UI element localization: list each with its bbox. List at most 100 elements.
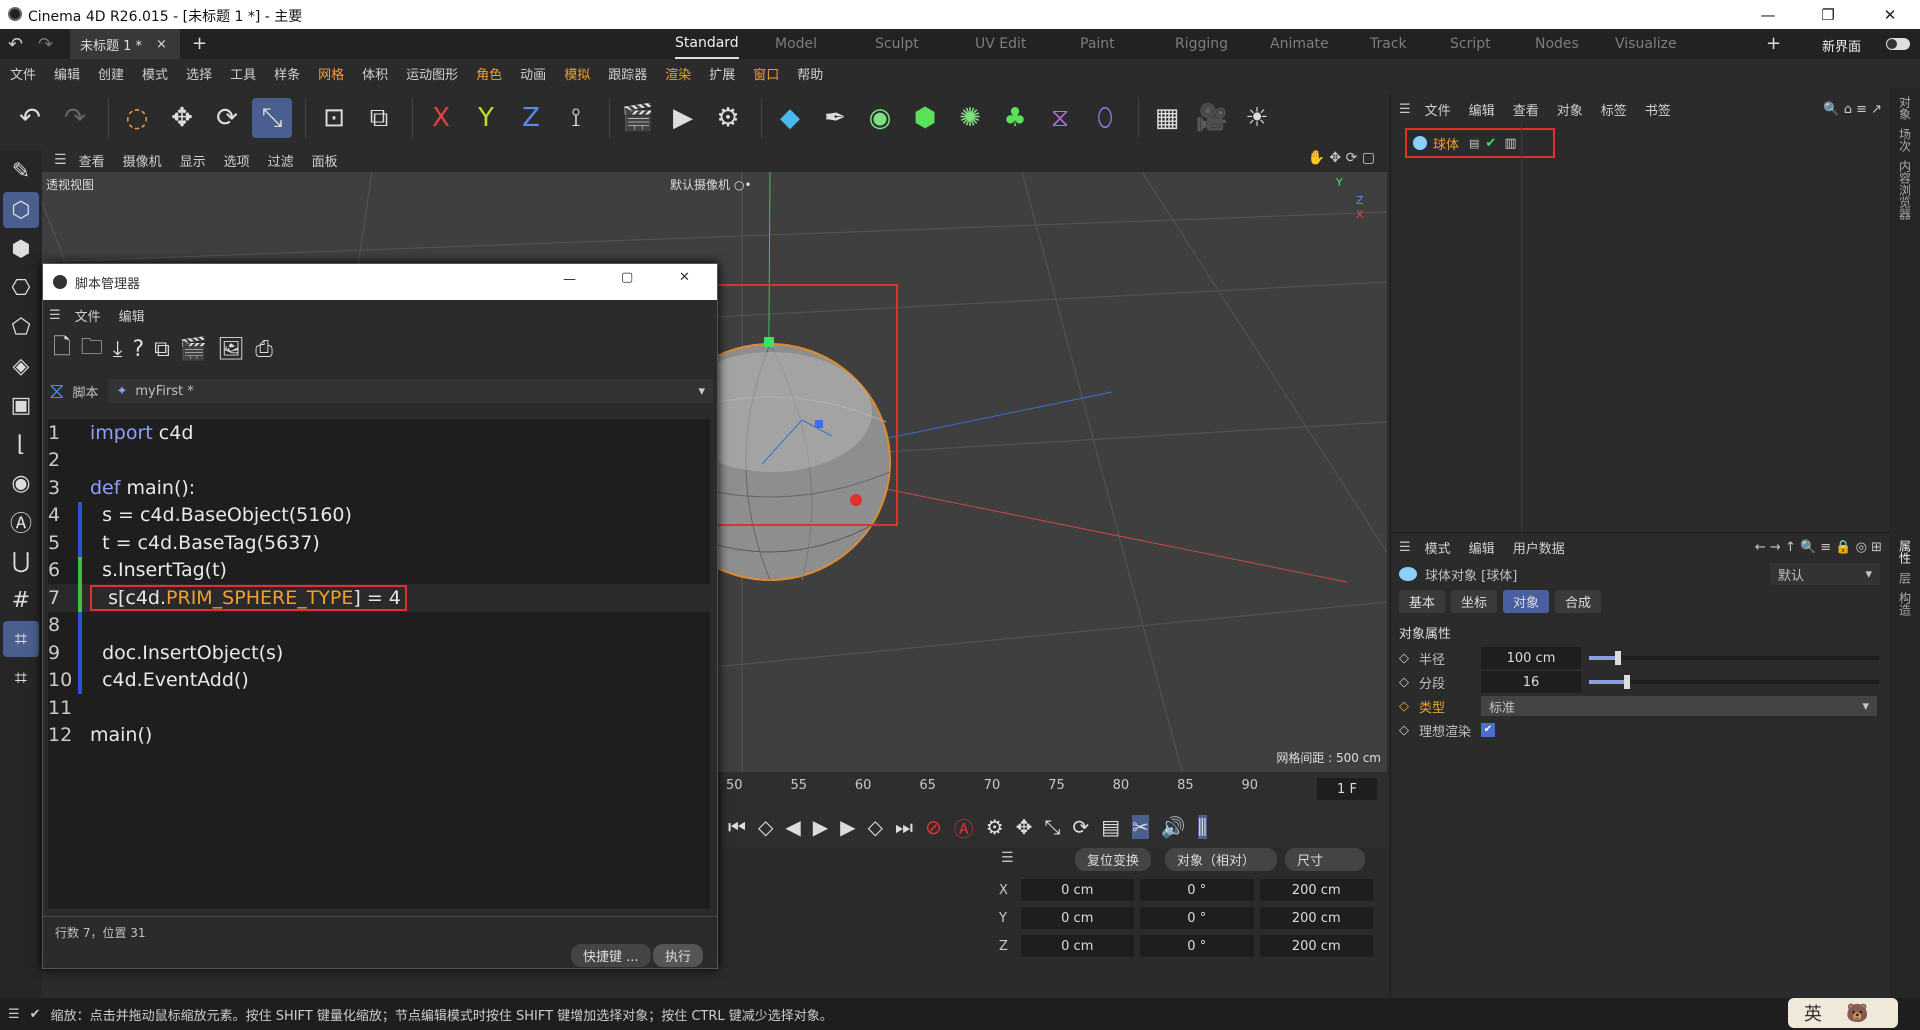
layout-tab-standard[interactable]: Standard (675, 29, 739, 59)
menu-item-13[interactable]: 跟踪器 (608, 64, 647, 83)
viewport-nav-icons[interactable]: ✋ ✥ ⟳ ▢ (1308, 150, 1375, 166)
right-tab-0[interactable]: 对象 (1897, 96, 1914, 120)
attr-tab-3[interactable]: 合成 (1555, 589, 1602, 613)
menu-item-9[interactable]: 运动图形 (406, 64, 458, 83)
prop-value-field[interactable]: 100 cm (1481, 647, 1581, 669)
deformer-icon[interactable]: ⧖ (1040, 98, 1080, 138)
layout-tab-sculpt[interactable]: Sculpt (875, 29, 919, 59)
object-search-icons[interactable]: 🔍 ⌂ ≡ ↗ (1823, 102, 1882, 117)
layout-tab-rigging[interactable]: Rigging (1175, 29, 1228, 59)
sound-icon[interactable]: 🔊 (1161, 815, 1186, 839)
menu-item-7[interactable]: 网格 (318, 64, 344, 83)
key-settings-icon[interactable]: ⚙ (986, 815, 1004, 839)
render-settings-icon[interactable]: ⚙ (708, 98, 748, 138)
polygon-mode-icon[interactable]: ◈ (3, 348, 39, 384)
y-handle[interactable] (764, 337, 774, 347)
script-menu-item-1[interactable]: 编辑 (119, 306, 145, 325)
object-menu-item-5[interactable]: 书签 (1645, 100, 1671, 119)
prop-slider-knob[interactable] (1623, 675, 1630, 689)
viewport-menu-item-0[interactable]: 查看 (79, 151, 105, 170)
texture-mode-icon[interactable]: ⬢ (3, 231, 39, 267)
menu-item-10[interactable]: 角色 (476, 64, 502, 83)
script-file-dropdown[interactable]: ✦ myFirst * ▾ (108, 379, 713, 403)
prop-slider-knob[interactable] (1615, 651, 1621, 665)
coord-size-select[interactable]: 尺寸 (1285, 848, 1365, 871)
attr-menu-item-2[interactable]: 用户数据 (1513, 538, 1565, 557)
point-mode-icon[interactable]: ⎔ (3, 270, 39, 306)
menu-item-16[interactable]: 窗口 (753, 64, 779, 83)
light-icon[interactable]: ☀ (1237, 98, 1277, 138)
attr-menu-icon[interactable]: ☰ (1399, 540, 1411, 555)
tag-icon[interactable]: ▥ (1504, 136, 1516, 151)
go-end-icon[interactable]: ⏭ (895, 815, 913, 839)
key-rot-icon[interactable]: ⟳ (1072, 815, 1089, 839)
camera-icon[interactable]: 🎥 (1192, 98, 1232, 138)
layout-tab-visualize[interactable]: Visualize (1615, 29, 1677, 59)
shortcut-button[interactable]: 快捷键 ... (571, 944, 651, 967)
right-tab-2[interactable]: 内容浏览器 (1897, 160, 1914, 220)
key-scale-icon[interactable]: ⤡ (1044, 815, 1060, 839)
x-axis-icon[interactable]: X (421, 98, 461, 138)
sphere-object-row[interactable]: 球体 ▤ ✔ ▥ (1405, 128, 1555, 158)
prop-type-select[interactable]: 标准 ▾ (1481, 696, 1877, 716)
pen-icon[interactable]: ✒ (815, 98, 855, 138)
layout-tab-uv-edit[interactable]: UV Edit (975, 29, 1026, 59)
key-pla-icon[interactable]: ✂ (1132, 815, 1149, 839)
viewport-menu-item-2[interactable]: 显示 (180, 151, 206, 170)
screenshot-icon[interactable]: ⎙ (255, 337, 273, 362)
status-menu-icon[interactable]: ☰ (8, 1007, 20, 1022)
prop-value-field[interactable]: 16 (1481, 671, 1581, 693)
key-pos-icon[interactable]: ✥ (1016, 815, 1033, 839)
duplicate-icon[interactable]: ⧉ (154, 337, 170, 362)
viewport-menu-item-5[interactable]: 面板 (312, 151, 338, 170)
live-select-icon[interactable]: ◌ (117, 98, 157, 138)
coord-rot-field[interactable]: 0 ° (1140, 935, 1254, 957)
coord-pos-field[interactable]: 0 cm (1020, 907, 1135, 929)
menu-item-15[interactable]: 扩展 (709, 64, 735, 83)
menu-item-1[interactable]: 编辑 (54, 64, 80, 83)
object-menu-item-2[interactable]: 查看 (1513, 100, 1539, 119)
auto-key-record-icon[interactable]: Ⓐ (954, 813, 974, 842)
script-minimize-button[interactable]: — (563, 272, 576, 287)
menu-item-5[interactable]: 工具 (230, 64, 256, 83)
edit-mode-icon[interactable]: ✎ (3, 153, 39, 189)
new-file-icon[interactable]: 🗋 (53, 330, 71, 368)
go-start-icon[interactable]: ⏮ (728, 815, 746, 839)
layer-icon[interactable]: ▤ (1469, 137, 1479, 150)
axis-mode-icon[interactable]: ⧉ (359, 98, 399, 138)
right-tab-5[interactable]: 构造 (1897, 592, 1914, 616)
coord-size-field[interactable]: 200 cm (1259, 879, 1373, 901)
z-axis-icon[interactable]: Z (511, 98, 551, 138)
document-close-icon[interactable]: × (156, 37, 167, 52)
code-editor[interactable]: 1 import c4d 2 3 def main(): 4 s = c4d.BaseOb… (48, 419, 710, 909)
prev-frame-icon[interactable]: ◀ (785, 815, 800, 839)
scale-icon[interactable]: ⤡ (252, 98, 292, 138)
viewport-menu-item-1[interactable]: 摄像机 (123, 151, 162, 170)
move-icon[interactable]: ✥ (162, 98, 202, 138)
undo-history-icon[interactable]: ↶ (8, 34, 23, 55)
coord-size-field[interactable]: 200 cm (1259, 935, 1373, 957)
viewport-menu-item-4[interactable]: 过滤 (268, 151, 294, 170)
menu-item-4[interactable]: 选择 (186, 64, 212, 83)
object-menu-icon[interactable]: ☰ (1399, 102, 1411, 117)
z-handle[interactable] (815, 420, 823, 428)
menu-item-3[interactable]: 模式 (142, 64, 168, 83)
reset-transform-button[interactable]: 复位变换 (1075, 848, 1152, 871)
object-menu-item-4[interactable]: 标签 (1601, 100, 1627, 119)
render-view-icon[interactable]: ▶ (663, 98, 703, 138)
check-icon[interactable]: ✔ (1485, 136, 1496, 151)
keyframe-diamond-icon[interactable]: ◇ (1399, 675, 1409, 690)
magnet-icon[interactable]: ⋃ (3, 543, 39, 579)
layout-tab-track[interactable]: Track (1370, 29, 1407, 59)
attr-menu-item-0[interactable]: 模式 (1425, 538, 1451, 557)
redo-icon[interactable]: ↷ (55, 98, 95, 138)
menu-item-14[interactable]: 渲染 (665, 64, 691, 83)
camera-label[interactable]: 默认摄像机 ○• (670, 176, 752, 193)
prop-slider[interactable] (1589, 651, 1879, 665)
add-layout-button[interactable]: + (1766, 33, 1781, 54)
right-tab-4[interactable]: 层 (1897, 572, 1914, 584)
motion-path-icon[interactable]: ⫼ (1197, 815, 1207, 839)
subdivision-icon[interactable]: ◉ (860, 98, 900, 138)
coord-rot-field[interactable]: 0 ° (1140, 907, 1254, 929)
script-menu-item-0[interactable]: 文件 (75, 306, 101, 325)
